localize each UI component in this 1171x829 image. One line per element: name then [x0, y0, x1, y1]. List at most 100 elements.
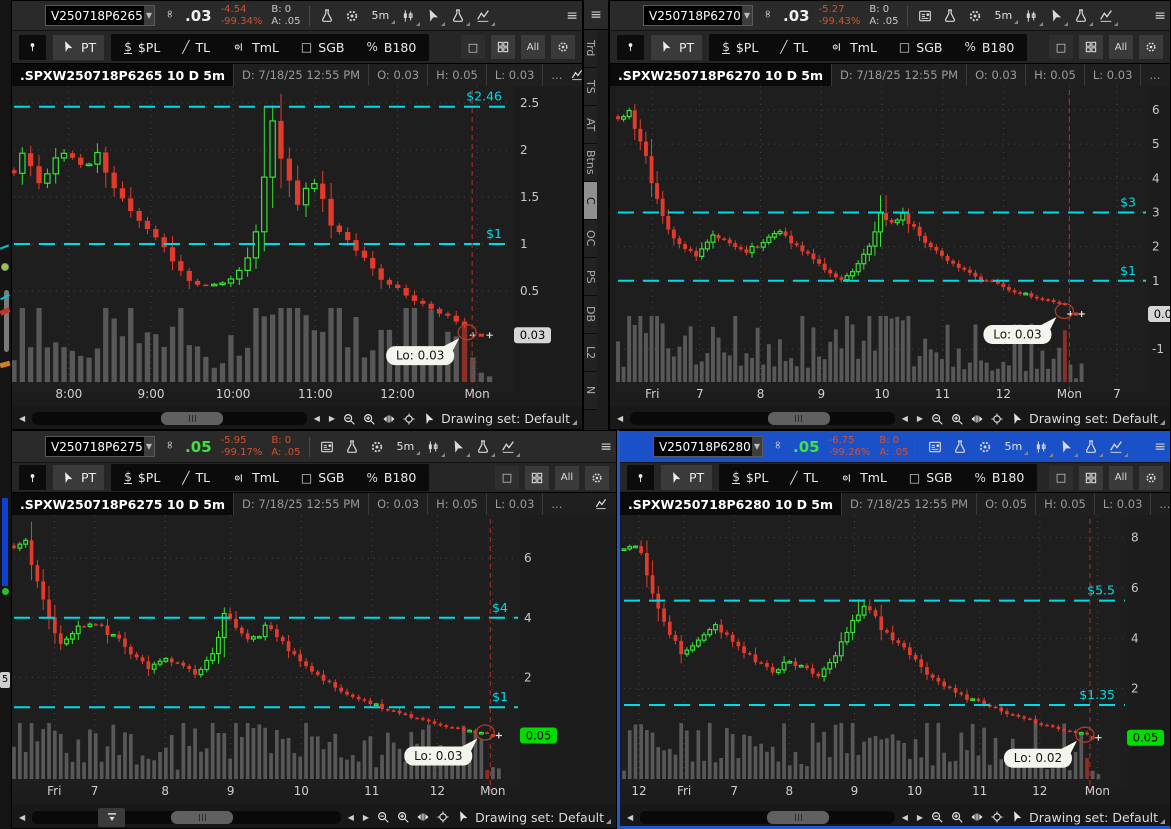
grid-layout-button[interactable]	[525, 466, 549, 490]
chevron-down-icon[interactable]: ▼	[741, 6, 752, 25]
side-tab-c[interactable]: C	[584, 182, 597, 220]
b180-button[interactable]: %B180	[355, 35, 427, 60]
pt-tool-button[interactable]: PT	[53, 35, 104, 60]
list-menu-icon[interactable]: ≡	[566, 8, 578, 24]
axis-settings-icon[interactable]	[570, 64, 582, 86]
spl-button[interactable]: $$PL	[721, 465, 779, 490]
scrollbar-thumb[interactable]	[767, 811, 829, 824]
step-left-icon[interactable]: ◀	[900, 414, 910, 423]
axis-settings-icon[interactable]	[594, 493, 616, 515]
pt-tool-button[interactable]: PT	[53, 465, 104, 490]
toolbar-gear-button[interactable]	[1139, 35, 1163, 59]
news-icon[interactable]	[917, 8, 933, 24]
list-menu-icon[interactable]: ≡	[1154, 439, 1166, 455]
expand-horizontal-icon[interactable]	[970, 412, 984, 426]
side-tab-oc[interactable]: OC	[584, 220, 597, 258]
timeline-button[interactable]: TmL	[221, 465, 290, 490]
chart-more[interactable]: ...	[1140, 64, 1168, 86]
scrollbar[interactable]	[32, 412, 307, 425]
price-chart[interactable]: 654321-1$3$1Fri789101112Mon70.03Lo: 0.03	[610, 86, 1171, 404]
scroll-left-icon[interactable]: ◀	[615, 414, 625, 423]
expand-horizontal-icon[interactable]	[970, 810, 984, 824]
b180-button[interactable]: %B180	[963, 465, 1035, 490]
zoom-in-icon[interactable]	[950, 412, 964, 426]
toolbar-gear-button[interactable]	[1139, 466, 1163, 490]
chart-style-icon[interactable]	[400, 8, 416, 24]
spl-button[interactable]: $$PL	[113, 35, 171, 60]
zoom-out-icon[interactable]	[930, 412, 944, 426]
drawing-set-selector[interactable]: Drawing set: Default	[1029, 411, 1165, 426]
chart-style-icon[interactable]	[1023, 8, 1039, 24]
step-right-icon[interactable]: ▶	[361, 813, 371, 822]
chevron-down-icon[interactable]: ▼	[143, 437, 154, 456]
axis-settings-icon[interactable]	[1168, 64, 1170, 86]
zoom-in-icon[interactable]	[396, 810, 410, 824]
pointer-icon[interactable]	[1010, 810, 1024, 824]
step-left-icon[interactable]: ◀	[900, 813, 910, 822]
price-chart[interactable]: 642$4$1Fri789101112Mon0.05Lo: 0.03	[12, 515, 617, 801]
step-right-icon[interactable]: ▶	[915, 414, 925, 423]
sgb-button[interactable]: □SGB	[290, 465, 356, 490]
pattern-icon[interactable]	[500, 439, 516, 455]
list-menu-icon[interactable]: ≡	[1154, 8, 1166, 24]
side-tab-ps[interactable]: PS	[584, 258, 597, 296]
pointer-icon[interactable]	[1010, 412, 1024, 426]
pattern-icon[interactable]	[1098, 8, 1114, 24]
timeframe-button[interactable]: 5m	[369, 9, 391, 22]
all-button[interactable]: All	[521, 35, 545, 59]
pattern-icon[interactable]	[475, 8, 491, 24]
list-menu-icon[interactable]: ≡	[584, 0, 608, 30]
step-right-icon[interactable]: ▶	[327, 414, 337, 423]
chart-style-icon[interactable]	[425, 439, 441, 455]
timeframe-button[interactable]: 5m	[394, 440, 416, 453]
chart-more[interactable]: ...	[542, 493, 570, 515]
maximize-button[interactable]: □	[461, 35, 485, 59]
crosshair-icon[interactable]	[402, 412, 416, 426]
zoom-out-icon[interactable]	[342, 412, 356, 426]
price-chart[interactable]: 2.521.510.5$2.46$18:009:0010:0011:0012:0…	[12, 86, 583, 404]
cursor-tool-icon[interactable]	[425, 8, 441, 24]
scrollbar-thumb[interactable]	[171, 811, 233, 824]
pt-tool-button[interactable]: PT	[661, 465, 712, 490]
scroll-left-icon[interactable]: ◀	[625, 813, 635, 822]
grid-layout-button[interactable]	[1079, 35, 1103, 59]
crosshair-icon[interactable]	[436, 810, 450, 824]
side-tab-n[interactable]: N	[584, 372, 597, 410]
sgb-button[interactable]: □SGB	[290, 35, 356, 60]
side-tab-ts[interactable]: TS	[584, 68, 597, 106]
side-tab-btns[interactable]: Btns	[584, 144, 597, 182]
pin-button[interactable]	[617, 35, 644, 60]
symbol-input[interactable]: V250718P6265 ▼	[45, 5, 155, 26]
studies-flask-icon[interactable]	[344, 439, 360, 455]
scrollbar-thumb[interactable]	[161, 412, 223, 425]
news-icon[interactable]	[927, 439, 943, 455]
sgb-button[interactable]: □SGB	[888, 35, 954, 60]
pin-button[interactable]	[627, 465, 654, 490]
drawing-set-selector[interactable]: Drawing set: Default	[475, 810, 611, 825]
cursor-tool-icon[interactable]	[1048, 8, 1064, 24]
side-tab-db[interactable]: DB	[584, 296, 597, 334]
pin-button[interactable]	[19, 465, 46, 490]
timeframe-button[interactable]: 5m	[992, 9, 1014, 22]
grid-layout-button[interactable]	[1079, 466, 1103, 490]
side-tab-l2[interactable]: L2	[584, 334, 597, 372]
trendline-button[interactable]: ╱TL	[171, 35, 221, 60]
crosshair-icon[interactable]	[990, 412, 1004, 426]
side-tab-trd[interactable]: Trd	[584, 30, 597, 68]
toolbar-gear-button[interactable]	[585, 466, 609, 490]
chart-more[interactable]: ...	[1150, 493, 1170, 515]
b180-button[interactable]: %B180	[953, 35, 1025, 60]
spl-button[interactable]: $$PL	[711, 35, 769, 60]
link-icon[interactable]: ∞	[164, 441, 177, 453]
jump-to-end-button[interactable]	[98, 808, 125, 827]
zoom-out-icon[interactable]	[930, 810, 944, 824]
pointer-icon[interactable]	[456, 810, 470, 824]
pattern-icon[interactable]	[1108, 439, 1124, 455]
trendline-button[interactable]: ╱TL	[779, 465, 829, 490]
settings-gear-icon[interactable]	[369, 439, 385, 455]
cursor-tool-icon[interactable]	[1058, 439, 1074, 455]
scroll-left-icon[interactable]: ◀	[17, 813, 27, 822]
pin-button[interactable]	[19, 35, 46, 60]
chevron-down-icon[interactable]: ▼	[143, 6, 154, 25]
studies-flask2-icon[interactable]	[1073, 8, 1089, 24]
